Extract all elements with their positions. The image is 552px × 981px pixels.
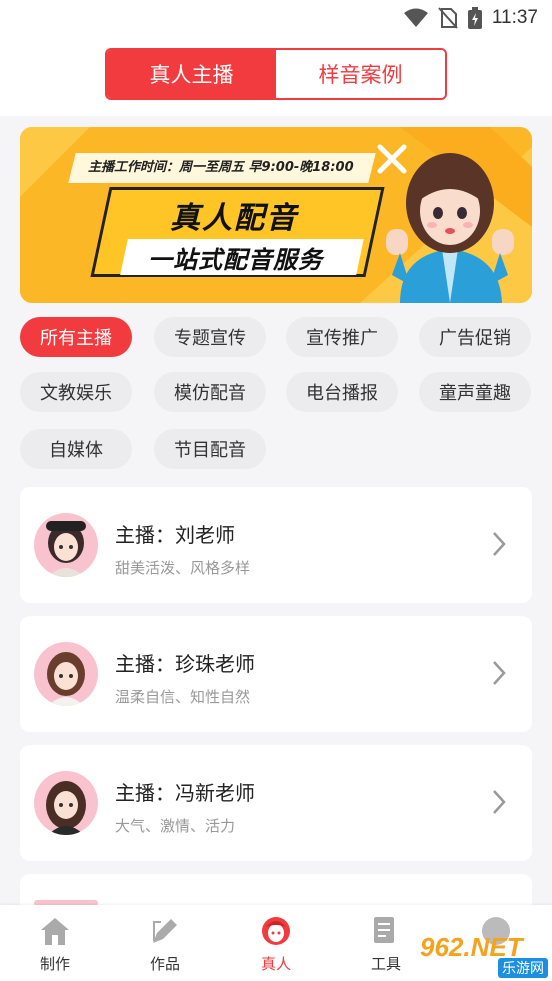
person-icon <box>262 917 290 945</box>
banner-subtitle: 一站式配音服务 <box>148 246 323 274</box>
watermark-logo: 962.NET 乐游网 <box>414 930 548 978</box>
chip-imitation[interactable]: 模仿配音 <box>154 372 266 412</box>
chip-program[interactable]: 节目配音 <box>154 429 266 469</box>
chip-kids[interactable]: 童声童趣 <box>419 372 531 412</box>
chip-special-promo[interactable]: 专题宣传 <box>154 317 266 357</box>
chip-self-media[interactable]: 自媒体 <box>20 429 132 469</box>
status-time: 11:37 <box>491 7 538 28</box>
chip-ad-sales[interactable]: 广告促销 <box>419 317 531 357</box>
chip-all-anchors[interactable]: 所有主播 <box>20 317 132 357</box>
anchor-card[interactable]: 主播：刘老师 甜美活泼、风格多样 <box>20 487 532 603</box>
tab-works[interactable]: 作品 <box>125 905 205 981</box>
anchor-desc: 温柔自信、知性自然 <box>115 688 251 706</box>
tab-sample-cases[interactable]: 样音案例 <box>276 50 445 98</box>
banner-title: 真人配音 <box>170 201 298 236</box>
avatar <box>34 642 98 706</box>
anchor-desc: 甜美活泼、风格多样 <box>115 559 251 577</box>
chip-education-entertainment[interactable]: 文教娱乐 <box>20 372 132 412</box>
tab-label: 真人 <box>260 955 291 973</box>
anchor-card[interactable]: 主播：冯新老师 大气、激情、活力 <box>20 745 532 861</box>
chip-radio[interactable]: 电台播报 <box>286 372 398 412</box>
wifi-icon <box>403 8 428 27</box>
header: 真人主播 样音案例 <box>0 38 552 116</box>
tab-make[interactable]: 制作 <box>15 905 95 981</box>
chip-promotion[interactable]: 宣传推广 <box>286 317 398 357</box>
anchor-desc: 大气、激情、活力 <box>115 817 236 835</box>
promo-banner[interactable]: 主播工作时间：周一至周五 早9:00-晚18:00 真人配音 一站式配音服务 <box>20 127 532 303</box>
tool-icon <box>374 917 394 943</box>
tab-real-person[interactable]: 真人 <box>236 905 316 981</box>
home-icon <box>41 918 69 945</box>
status-bar: 11:37 <box>0 0 552 38</box>
anchor-card[interactable]: 主播：珍珠老师 温柔自信、知性自然 <box>20 616 532 732</box>
chevron-right-icon <box>493 661 506 685</box>
chevron-right-icon <box>493 532 506 556</box>
anchor-name: 主播：冯新老师 <box>115 781 255 805</box>
tab-label: 制作 <box>39 955 70 973</box>
tab-label: 作品 <box>149 955 180 973</box>
banner-hours: 主播工作时间：周一至周五 早9:00-晚18:00 <box>88 160 354 175</box>
watermark-sub: 乐游网 <box>498 958 548 978</box>
tab-real-anchor[interactable]: 真人主播 <box>107 50 276 98</box>
status-icons: 11:37 <box>403 7 538 29</box>
banner-hours-box: 主播工作时间：周一至周五 早9:00-晚18:00 <box>68 153 376 183</box>
chevron-right-icon <box>493 790 506 814</box>
no-sim-icon <box>438 7 458 29</box>
anchor-name: 主播：刘老师 <box>115 523 235 547</box>
segmented-control: 真人主播 样音案例 <box>105 48 447 100</box>
avatar <box>34 771 98 835</box>
girl-illustration <box>386 153 514 303</box>
battery-icon <box>467 7 482 29</box>
anchor-name: 主播：珍珠老师 <box>115 652 255 676</box>
pencil-icon <box>153 919 177 943</box>
avatar <box>34 513 98 577</box>
